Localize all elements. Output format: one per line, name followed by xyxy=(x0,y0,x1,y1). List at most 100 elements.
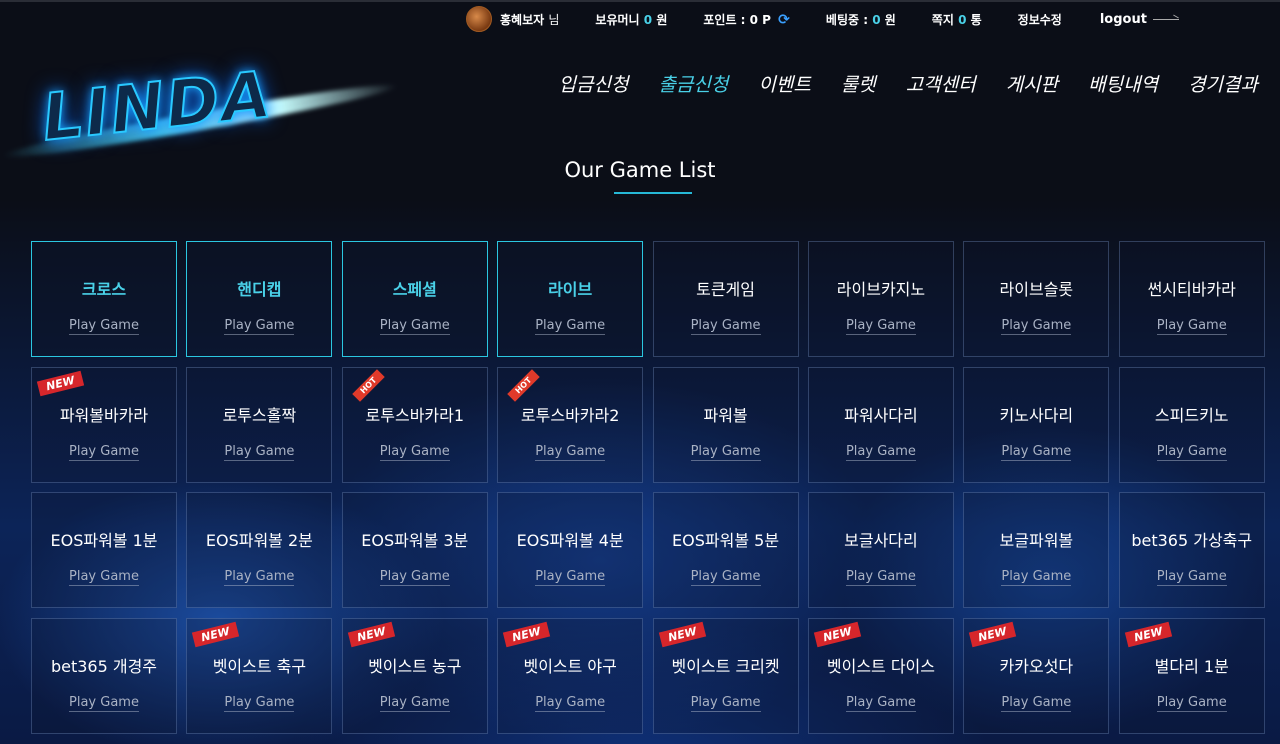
game-card[interactable]: NEW 카카오섯다 Play Game xyxy=(963,617,1110,734)
game-name: bet365 개경주 xyxy=(50,656,158,676)
game-card[interactable]: bet365 개경주 Play Game xyxy=(31,617,177,734)
new-badge: NEW xyxy=(347,621,395,647)
game-card[interactable]: 보글파워볼 Play Game xyxy=(963,492,1110,608)
game-card[interactable]: 라이브 Play Game xyxy=(497,241,644,357)
play-game-link[interactable]: Play Game xyxy=(845,444,916,461)
play-game-link[interactable]: Play Game xyxy=(224,695,295,712)
message-display[interactable]: 쪽지 0 통 xyxy=(932,11,982,28)
arrow-right-icon xyxy=(1152,18,1179,20)
game-card[interactable]: 라이브카지노 Play Game xyxy=(807,241,954,357)
section-title: Our Game List xyxy=(564,158,716,182)
nav-roulette[interactable]: 룰렛 xyxy=(841,70,876,97)
play-game-link[interactable]: Play Game xyxy=(1156,318,1227,335)
nav-bet-history[interactable]: 배팅내역 xyxy=(1088,70,1158,97)
game-card[interactable]: bet365 가상축구 Play Game xyxy=(1118,492,1265,608)
play-game-link[interactable]: Play Game xyxy=(69,444,139,461)
play-game-link[interactable]: Play Game xyxy=(379,695,450,712)
game-card[interactable]: NEW 파워볼바카라 Play Game xyxy=(31,366,177,483)
game-card[interactable]: 스페셜 Play Game xyxy=(341,241,488,357)
game-card[interactable]: 크로스 Play Game xyxy=(31,241,177,357)
play-game-link[interactable]: Play Game xyxy=(845,695,916,712)
username: 홍혜보자 xyxy=(500,12,545,27)
game-name: 보글사다리 xyxy=(844,531,918,550)
message-value: 0 xyxy=(958,12,967,27)
play-game-link[interactable]: Play Game xyxy=(535,444,606,461)
game-card[interactable]: NEW 벳이스트 크리켓 Play Game xyxy=(652,617,799,734)
game-card[interactable]: 썬시티바카라 Play Game xyxy=(1118,241,1265,357)
play-game-link[interactable]: Play Game xyxy=(1156,695,1227,712)
game-card[interactable]: HOT 로투스바카라2 Play Game xyxy=(497,366,644,483)
nav-withdraw[interactable]: 출금신청 xyxy=(658,70,728,97)
play-game-link[interactable]: Play Game xyxy=(1001,569,1072,586)
game-card[interactable]: NEW 벳이스트 다이스 Play Game xyxy=(807,617,954,734)
play-game-link[interactable]: Play Game xyxy=(690,444,761,461)
new-badge: NEW xyxy=(1124,621,1172,647)
play-game-link[interactable]: Play Game xyxy=(379,569,450,586)
play-game-link[interactable]: Play Game xyxy=(845,569,916,586)
game-name: EOS파워볼 4분 xyxy=(516,531,624,550)
nav-results[interactable]: 경기결과 xyxy=(1188,70,1258,97)
play-game-link[interactable]: Play Game xyxy=(535,318,606,335)
game-card[interactable]: EOS파워볼 5분 Play Game xyxy=(652,492,799,608)
play-game-link[interactable]: Play Game xyxy=(845,318,916,335)
game-card[interactable]: NEW 벳이스트 축구 Play Game xyxy=(186,617,333,734)
play-game-link[interactable]: Play Game xyxy=(69,569,139,586)
logo-text: LINDA xyxy=(38,57,277,157)
game-card[interactable]: 파워볼 Play Game xyxy=(652,366,799,483)
game-name: 카카오섯다 xyxy=(999,656,1074,676)
play-game-link[interactable]: Play Game xyxy=(224,444,295,461)
play-game-link[interactable]: Play Game xyxy=(535,569,606,586)
game-card[interactable]: EOS파워볼 3분 Play Game xyxy=(341,492,488,608)
new-badge: NEW xyxy=(192,621,240,647)
hot-badge: HOT xyxy=(507,368,540,402)
play-game-link[interactable]: Play Game xyxy=(224,318,295,335)
play-game-link[interactable]: Play Game xyxy=(379,318,450,335)
user-greeting: 홍혜보자 님 xyxy=(500,11,559,28)
user-suffix: 님 xyxy=(548,12,560,27)
play-game-link[interactable]: Play Game xyxy=(1156,569,1227,586)
game-card[interactable]: 키노사다리 Play Game xyxy=(963,366,1110,483)
game-name: 라이브카지노 xyxy=(836,280,926,299)
game-card[interactable]: EOS파워볼 2분 Play Game xyxy=(186,492,333,608)
play-game-link[interactable]: Play Game xyxy=(1156,444,1227,461)
play-game-link[interactable]: Play Game xyxy=(1001,318,1072,335)
site-logo[interactable]: LINDA xyxy=(0,57,420,170)
game-card[interactable]: NEW 별다리 1분 Play Game xyxy=(1118,617,1265,734)
game-card[interactable]: HOT 로투스바카라1 Play Game xyxy=(341,366,488,483)
game-card[interactable]: 파워사다리 Play Game xyxy=(807,366,954,483)
new-badge: NEW xyxy=(813,621,861,647)
play-game-link[interactable]: Play Game xyxy=(690,318,761,335)
game-card[interactable]: 보글사다리 Play Game xyxy=(807,492,954,608)
game-card[interactable]: 핸디캡 Play Game xyxy=(186,241,333,357)
play-game-link[interactable]: Play Game xyxy=(1001,695,1072,712)
game-card[interactable]: NEW 벳이스트 야구 Play Game xyxy=(497,617,644,734)
play-game-link[interactable]: Play Game xyxy=(690,695,761,712)
nav-event[interactable]: 이벤트 xyxy=(758,70,810,97)
user-topbar: 홍혜보자 님 보유머니 0 원 포인트 : 0 P ⟳ 베팅중 : 0 원 쪽지… xyxy=(466,4,1179,34)
play-game-link[interactable]: Play Game xyxy=(690,569,761,586)
nav-board[interactable]: 게시판 xyxy=(1006,70,1058,97)
betting-unit: 원 xyxy=(884,12,896,27)
edit-profile-link[interactable]: 정보수정 xyxy=(1018,11,1062,28)
game-card[interactable]: 로투스홀짝 Play Game xyxy=(186,366,333,483)
game-card[interactable]: 스피드키노 Play Game xyxy=(1118,366,1265,483)
betting-value: 0 xyxy=(872,12,881,27)
play-game-link[interactable]: Play Game xyxy=(1001,444,1072,461)
play-game-link[interactable]: Play Game xyxy=(535,695,606,712)
nav-support[interactable]: 고객센터 xyxy=(906,70,976,97)
play-game-link[interactable]: Play Game xyxy=(379,444,450,461)
game-card[interactable]: NEW 벳이스트 농구 Play Game xyxy=(341,617,488,734)
play-game-link[interactable]: Play Game xyxy=(69,318,139,335)
play-game-link[interactable]: Play Game xyxy=(69,695,139,712)
game-card[interactable]: EOS파워볼 4분 Play Game xyxy=(497,492,644,608)
refresh-icon[interactable]: ⟳ xyxy=(778,12,790,28)
money-value: 0 xyxy=(643,12,653,27)
game-card[interactable]: 토큰게임 Play Game xyxy=(652,241,799,357)
play-game-link[interactable]: Play Game xyxy=(224,569,295,586)
game-card[interactable]: 라이브슬롯 Play Game xyxy=(963,241,1110,357)
title-underline xyxy=(614,192,692,194)
game-card[interactable]: EOS파워볼 1분 Play Game xyxy=(31,492,177,608)
nav-deposit[interactable]: 입금신청 xyxy=(559,70,629,97)
logout-button[interactable]: logout xyxy=(1100,12,1179,27)
game-name: 별다리 1분 xyxy=(1154,656,1229,676)
